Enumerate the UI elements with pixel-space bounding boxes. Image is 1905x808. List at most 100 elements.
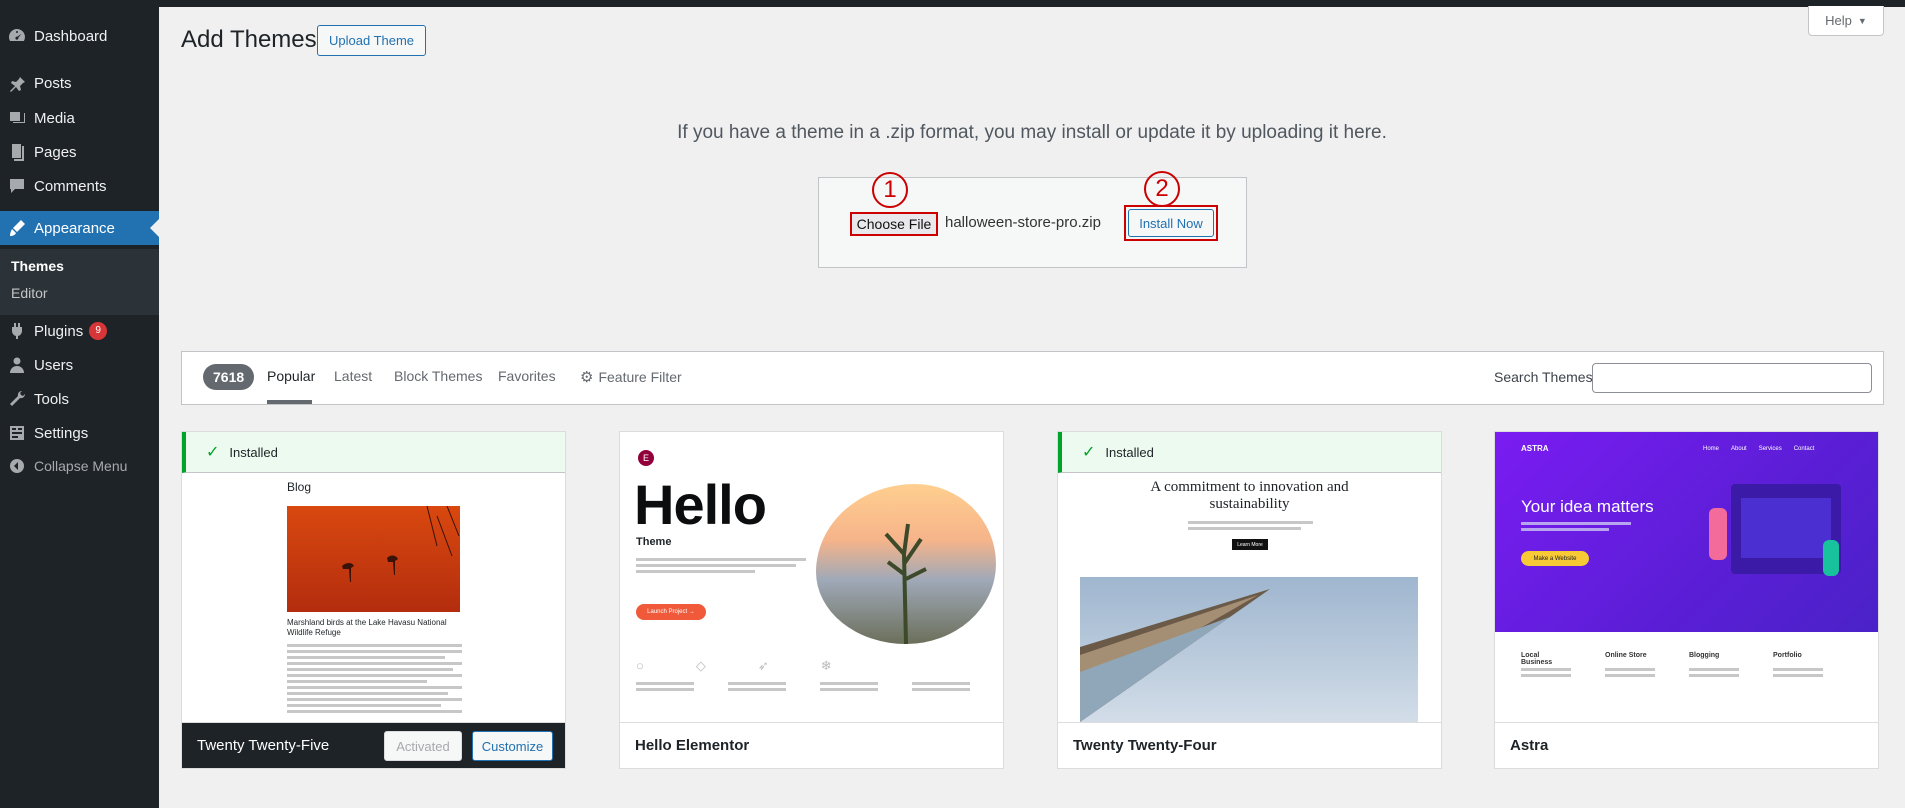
- caret-down-icon: ▼: [1857, 15, 1867, 26]
- sidebar-item-dashboard[interactable]: Dashboard: [0, 19, 159, 53]
- pages-icon: [0, 142, 34, 162]
- plugins-icon: [0, 321, 34, 341]
- preview-feature-text: [636, 682, 970, 694]
- sidebar-item-media[interactable]: Media: [0, 101, 159, 135]
- sidebar-item-comments[interactable]: Comments: [0, 169, 159, 203]
- preview-text-lines: [1188, 521, 1313, 533]
- comments-icon: [0, 176, 34, 196]
- sidebar-item-users[interactable]: Users: [0, 348, 159, 382]
- step-marker-1: 1: [872, 172, 908, 208]
- preview-heading: Blog: [287, 480, 312, 494]
- checkmark-icon: ✓: [1082, 444, 1096, 461]
- page-title: Add Themes: [181, 26, 317, 53]
- pin-icon: [0, 73, 34, 93]
- installed-label: Installed: [229, 444, 278, 460]
- plugins-update-badge: 9: [89, 322, 108, 340]
- installed-notice: ✓ Installed: [1058, 432, 1441, 473]
- preview-text-lines: [287, 644, 462, 716]
- upload-instructions: If you have a theme in a .zip format, yo…: [677, 122, 1387, 143]
- sidebar-item-label: Tools: [34, 390, 70, 408]
- tab-favorites[interactable]: Favorites: [498, 368, 556, 384]
- preview-nav: Home About Services Contact: [1703, 446, 1815, 452]
- submenu-item-themes[interactable]: Themes: [11, 258, 64, 274]
- preview-heading: Your idea matters: [1521, 497, 1654, 516]
- gear-icon: ⚙: [580, 369, 594, 386]
- theme-name-bar: Hello Elementor: [620, 722, 1003, 768]
- search-themes-input[interactable]: [1592, 363, 1872, 393]
- preview-text-lines: [636, 558, 806, 576]
- choose-file-button[interactable]: Choose File: [850, 212, 938, 236]
- sidebar-item-label: Users: [34, 356, 74, 374]
- installed-label: Installed: [1105, 444, 1154, 460]
- theme-screenshot[interactable]: E Hello Theme Launch Project → ○ ◇ ➶ ❄: [620, 432, 1003, 722]
- installed-notice: ✓ Installed: [182, 432, 565, 473]
- active-tab-indicator: [267, 400, 312, 404]
- theme-screenshot[interactable]: Blog Marshland birds at the Lake Havasu …: [182, 432, 565, 722]
- theme-screenshot[interactable]: A commitment to innovation and sustainab…: [1058, 432, 1441, 722]
- step-marker-2: 2: [1144, 171, 1180, 207]
- preview-cta: Make a Website: [1521, 551, 1589, 566]
- sidebar-item-label: Pages: [34, 143, 77, 161]
- selected-file-name: halloween-store-pro.zip: [945, 214, 1101, 231]
- upload-theme-button[interactable]: Upload Theme: [317, 25, 427, 56]
- settings-icon: [0, 423, 34, 443]
- sidebar-item-label: Appearance: [34, 219, 115, 237]
- sidebar-item-label: Dashboard: [34, 27, 108, 45]
- install-now-highlight: Install Now: [1124, 205, 1218, 241]
- dashboard-icon: [0, 26, 34, 46]
- theme-name: Twenty Twenty-Five: [197, 737, 330, 754]
- preview-cta: Launch Project →: [636, 604, 706, 620]
- preview-image: [1080, 577, 1418, 722]
- theme-name: Astra: [1510, 737, 1549, 754]
- theme-card-twenty-twenty-five[interactable]: Blog Marshland birds at the Lake Havasu …: [181, 431, 566, 769]
- collapse-menu-button[interactable]: Collapse Menu: [0, 449, 159, 483]
- sidebar-item-plugins[interactable]: Plugins 9: [0, 314, 159, 348]
- sidebar-item-label: Posts: [34, 74, 72, 92]
- tools-icon: [0, 389, 34, 409]
- theme-name: Hello Elementor: [635, 737, 750, 754]
- sidebar-item-label: Media: [34, 109, 75, 127]
- sidebar-item-pages[interactable]: Pages: [0, 135, 159, 169]
- sidebar-item-posts[interactable]: Posts: [0, 66, 159, 100]
- feature-filter-button[interactable]: ⚙ Feature Filter: [580, 368, 682, 386]
- help-button[interactable]: Help ▼: [1808, 6, 1884, 36]
- elementor-logo-icon: E: [638, 450, 654, 466]
- users-icon: [0, 355, 34, 375]
- sidebar-item-tools[interactable]: Tools: [0, 382, 159, 416]
- theme-screenshot[interactable]: ASTRA Home About Services Contact Your idea…: [1495, 432, 1878, 722]
- sidebar-item-label: Settings: [34, 424, 89, 442]
- feature-filter-label: Feature Filter: [598, 369, 682, 385]
- sidebar-item-label: Comments: [34, 177, 107, 195]
- checkmark-icon: ✓: [206, 444, 220, 461]
- sidebar-item-settings[interactable]: Settings: [0, 416, 159, 450]
- theme-card-astra[interactable]: ASTRA Home About Services Contact Your idea…: [1494, 431, 1879, 769]
- media-icon: [0, 108, 34, 128]
- preview-features: Local Business Online Store Blogging Por…: [1521, 652, 1802, 666]
- collapse-menu-label: Collapse Menu: [34, 458, 128, 474]
- theme-name: Twenty Twenty-Four: [1073, 737, 1217, 754]
- sidebar-item-label: Plugins: [34, 322, 84, 340]
- theme-card-hello-elementor[interactable]: E Hello Theme Launch Project → ○ ◇ ➶ ❄ Hell…: [619, 431, 1004, 769]
- theme-name-bar: Astra: [1495, 722, 1878, 768]
- theme-card-twenty-twenty-four[interactable]: A commitment to innovation and sustainab…: [1057, 431, 1442, 769]
- tab-block-themes[interactable]: Block Themes: [394, 368, 482, 384]
- preview-image: [287, 505, 460, 612]
- preview-caption: Marshland birds at the Lake Havasu Natio…: [287, 618, 447, 637]
- preview-button: Learn More: [1232, 539, 1268, 550]
- preview-heading: A commitment to innovation and sustainab…: [1150, 479, 1349, 512]
- tab-popular[interactable]: Popular: [267, 368, 315, 384]
- preview-text-lines: [1521, 522, 1631, 534]
- tab-latest[interactable]: Latest: [334, 368, 372, 384]
- install-now-button[interactable]: Install Now: [1128, 209, 1214, 237]
- admin-sidebar: Dashboard Posts Media Pages Comments App…: [0, 0, 159, 808]
- paintbrush-icon: [0, 218, 34, 238]
- preview-feature-text: [1521, 668, 1823, 680]
- astra-logo: ASTRA: [1521, 444, 1549, 453]
- appearance-submenu: Themes Editor: [0, 249, 159, 315]
- preview-hero: ASTRA Home About Services Contact Your idea…: [1495, 432, 1878, 632]
- sidebar-item-appearance[interactable]: Appearance: [0, 211, 159, 245]
- preview-heading: Hello: [634, 473, 767, 536]
- submenu-item-editor[interactable]: Editor: [11, 285, 48, 301]
- admin-bar: [0, 0, 1905, 7]
- customize-button[interactable]: Customize: [472, 731, 553, 761]
